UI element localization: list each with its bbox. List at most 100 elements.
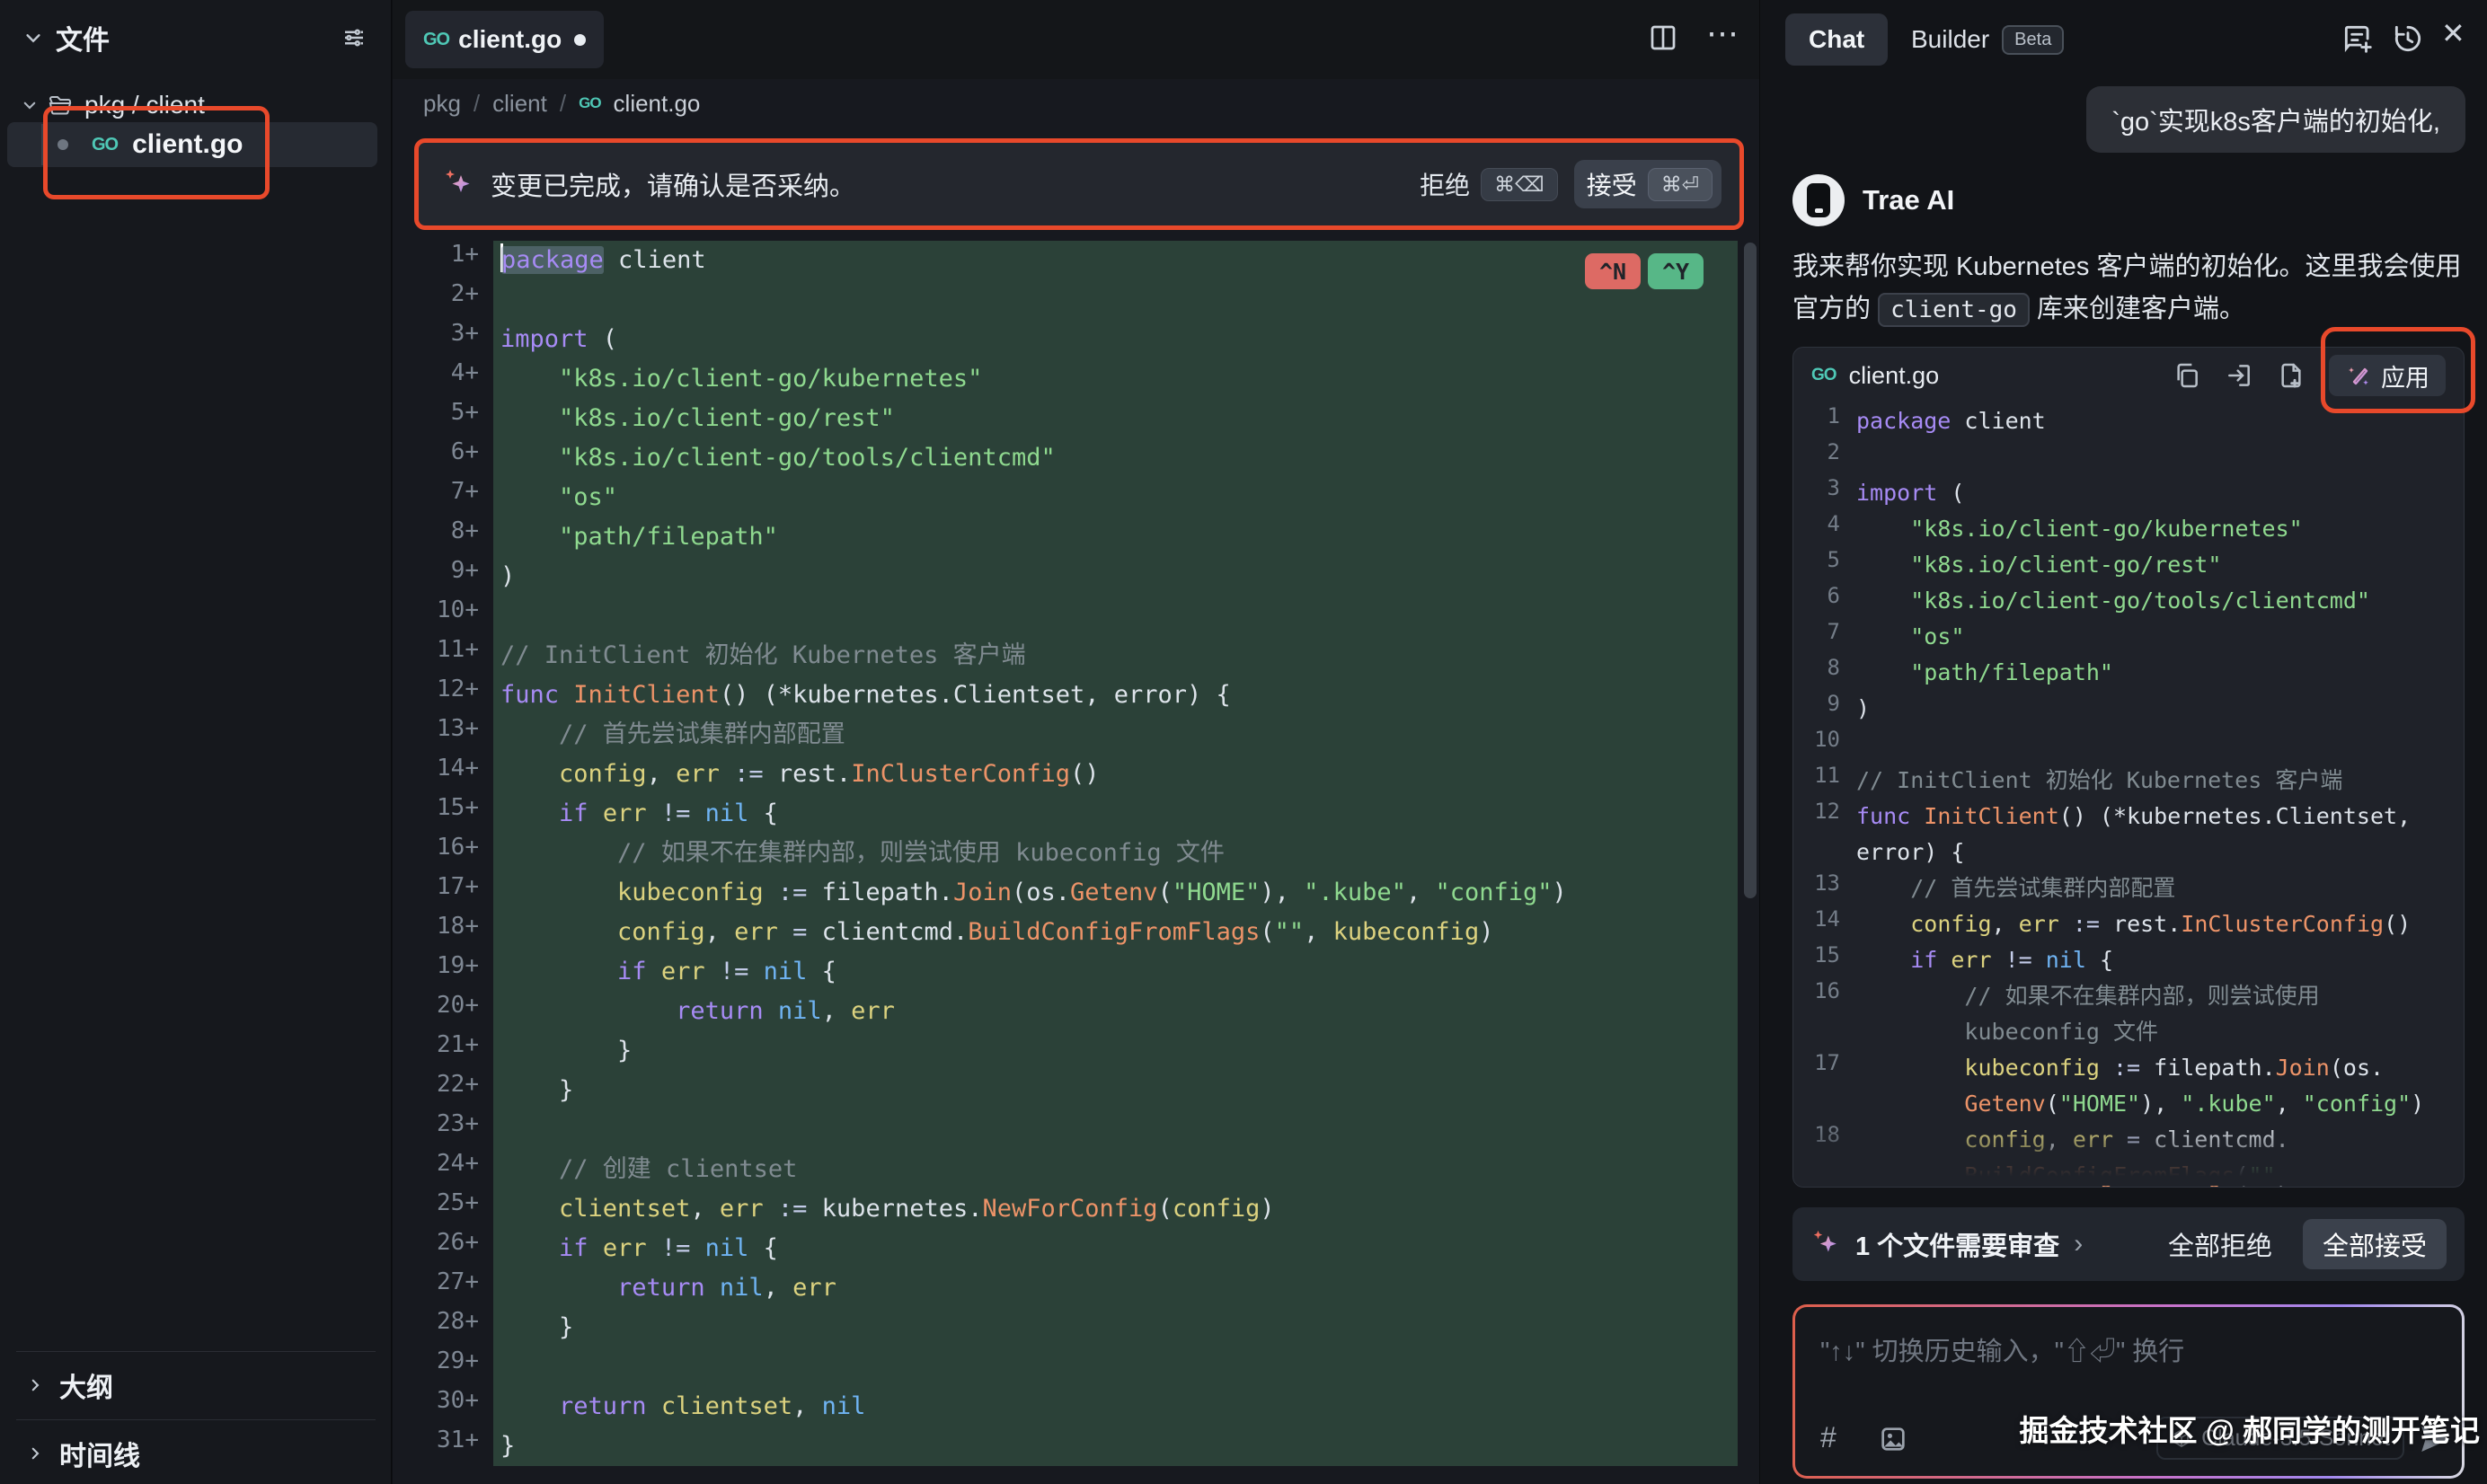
code-text: if err != nil { bbox=[493, 952, 1738, 992]
diff-accept-badge[interactable]: ^Y bbox=[1648, 253, 1704, 289]
code-line: 14+ config, err := rest.InClusterConfig(… bbox=[393, 755, 1759, 794]
tab-chat[interactable]: Chat bbox=[1785, 13, 1888, 66]
line-number: 26+ bbox=[393, 1229, 493, 1268]
tab-client-go[interactable]: GO client.go bbox=[405, 11, 604, 68]
accept-label: 接受 bbox=[1587, 166, 1637, 202]
line-number: 18 bbox=[1793, 1122, 1856, 1158]
line-number: 6+ bbox=[393, 438, 493, 478]
code-text: kubeconfig := filepath.Join(os.Getenv("H… bbox=[493, 873, 1738, 913]
new-file-icon[interactable] bbox=[2277, 361, 2306, 390]
code-text: return nil, err bbox=[493, 992, 1738, 1031]
breadcrumb-separator: / bbox=[560, 90, 566, 118]
file-label: client.go bbox=[132, 129, 243, 160]
code-line: 13+ // 首先尝试集群内部配置 bbox=[393, 715, 1759, 755]
review-summary[interactable]: 1 个文件需要审查 bbox=[1855, 1225, 2059, 1263]
diff-reject-badge[interactable]: ^N bbox=[1585, 253, 1641, 289]
split-editor-icon[interactable] bbox=[1647, 22, 1679, 54]
line-number: 29+ bbox=[393, 1347, 493, 1387]
code-line: 11// InitClient 初始化 Kubernetes 客户端 bbox=[1793, 763, 2464, 799]
code-text bbox=[493, 280, 1738, 320]
line-number: 5+ bbox=[393, 399, 493, 438]
files-review-bar: 1 个文件需要审查 › 全部拒绝 全部接受 bbox=[1792, 1207, 2465, 1281]
filter-icon[interactable] bbox=[341, 24, 367, 51]
tree-file-client-go[interactable]: GO client.go bbox=[7, 122, 377, 167]
code-text: clientset, err := kubernetes.NewForConfi… bbox=[493, 1189, 1738, 1229]
code-line: 10+ bbox=[393, 596, 1759, 636]
accept-shortcut: ⌘⏎ bbox=[1648, 168, 1713, 201]
code-text: config, err = clientcmd. bbox=[1856, 1122, 2289, 1158]
breadcrumb-client[interactable]: client bbox=[492, 90, 547, 118]
code-line: 5+ "k8s.io/client-go/rest" bbox=[393, 399, 1759, 438]
tree-folder-pkg-client[interactable]: pkg / client bbox=[0, 84, 391, 126]
sidebar-section-outline[interactable]: 大纲 bbox=[0, 1362, 391, 1409]
sidebar-section-timeline[interactable]: 时间线 bbox=[0, 1430, 391, 1477]
editor-scrollbar[interactable] bbox=[1744, 243, 1757, 898]
code-text: // 创建 clientset bbox=[493, 1150, 1738, 1189]
reject-all-button[interactable]: 全部拒绝 bbox=[2168, 1225, 2272, 1263]
code-text: config, err = clientcmd.BuildConfigFromF… bbox=[493, 913, 1738, 952]
snippet-filename: client.go bbox=[1849, 362, 1940, 390]
history-icon[interactable] bbox=[2391, 22, 2425, 56]
code-line: 17 kubeconfig := filepath.Join(os. bbox=[1793, 1050, 2464, 1086]
tab-builder[interactable]: Builder Beta bbox=[1911, 13, 2064, 66]
code-text: "path/filepath" bbox=[1856, 655, 2113, 691]
breadcrumb[interactable]: pkg / client / GO client.go bbox=[423, 83, 700, 124]
accept-all-button[interactable]: 全部接受 bbox=[2303, 1219, 2447, 1269]
breadcrumb-pkg[interactable]: pkg bbox=[423, 90, 461, 118]
snippet-header: GO client.go 应 bbox=[1793, 348, 2464, 403]
accept-button[interactable]: 接受 ⌘⏎ bbox=[1574, 160, 1721, 208]
close-icon[interactable]: ✕ bbox=[2441, 16, 2465, 50]
code-text: import ( bbox=[493, 320, 1738, 359]
line-number: 9+ bbox=[393, 557, 493, 596]
code-text: Getenv("HOME"), ".kube", "config") bbox=[1856, 1086, 2424, 1122]
line-number bbox=[1793, 1158, 1856, 1188]
code-line: 15+ if err != nil { bbox=[393, 794, 1759, 834]
code-line: 21+ } bbox=[393, 1031, 1759, 1071]
line-number: 13+ bbox=[393, 715, 493, 755]
divider bbox=[16, 1419, 376, 1420]
chevron-right-icon[interactable]: › bbox=[2074, 1229, 2083, 1259]
reject-shortcut: ⌘⌫ bbox=[1481, 168, 1558, 201]
sparkle-icon bbox=[442, 168, 474, 200]
copy-icon[interactable] bbox=[2173, 361, 2201, 390]
code-line: 27+ return nil, err bbox=[393, 1268, 1759, 1308]
line-number: 4+ bbox=[393, 359, 493, 399]
code-line: 19+ if err != nil { bbox=[393, 952, 1759, 992]
insert-code-icon[interactable] bbox=[2225, 361, 2253, 390]
code-line: 31+} bbox=[393, 1427, 1759, 1466]
chat-input[interactable]: "↑↓" 切换历史输入，"⇧⏎" 换行 # Claude-3.5-Sonnet bbox=[1795, 1307, 2462, 1476]
attach-image-icon[interactable] bbox=[1878, 1424, 1908, 1454]
inline-code-chip: client-go bbox=[1878, 293, 2030, 327]
chevron-down-icon bbox=[22, 97, 38, 113]
code-text: "k8s.io/client-go/tools/clientcmd" bbox=[1856, 583, 2370, 619]
code-text: return clientset, nil bbox=[493, 1387, 1738, 1427]
more-actions-icon[interactable]: ⋯ bbox=[1706, 14, 1740, 52]
code-line: 7 "os" bbox=[1793, 619, 2464, 655]
code-line: 23+ bbox=[393, 1110, 1759, 1150]
assistant-message: 我来帮你实现 Kubernetes 客户端的初始化。这里我会使用官方的 clie… bbox=[1792, 246, 2463, 331]
code-line: 5 "k8s.io/client-go/rest" bbox=[1793, 547, 2464, 583]
new-chat-icon[interactable] bbox=[2341, 22, 2375, 56]
line-number: 9 bbox=[1793, 691, 1856, 727]
code-text: "os" bbox=[1856, 619, 1964, 655]
context-hash-button[interactable]: # bbox=[1820, 1421, 1836, 1454]
code-line: 2+ bbox=[393, 280, 1759, 320]
line-number: 3 bbox=[1793, 475, 1856, 511]
reject-label: 拒绝 bbox=[1420, 166, 1470, 202]
line-number: 1 bbox=[1793, 403, 1856, 439]
change-review-banner: 变更已完成，请确认是否采纳。 拒绝 ⌘⌫ 接受 ⌘⏎ bbox=[414, 138, 1744, 230]
reject-button[interactable]: 拒绝 ⌘⌫ bbox=[1420, 166, 1558, 202]
code-text: BuildConfigFromFlags("", bbox=[1856, 1158, 2289, 1188]
apply-button[interactable]: 应用 bbox=[2329, 355, 2446, 396]
line-number bbox=[1793, 1086, 1856, 1122]
breadcrumb-file[interactable]: client.go bbox=[614, 90, 701, 118]
code-line: 24+ // 创建 clientset bbox=[393, 1150, 1759, 1189]
code-text: "k8s.io/client-go/kubernetes" bbox=[1856, 511, 2303, 547]
code-text bbox=[493, 596, 1738, 636]
line-number: 12 bbox=[1793, 799, 1856, 835]
line-number: 20+ bbox=[393, 992, 493, 1031]
explorer-header[interactable]: 文件 bbox=[0, 0, 391, 75]
code-line: 8 "path/filepath" bbox=[1793, 655, 2464, 691]
line-number: 2 bbox=[1793, 439, 1856, 475]
code-text: package client bbox=[1856, 403, 2046, 439]
